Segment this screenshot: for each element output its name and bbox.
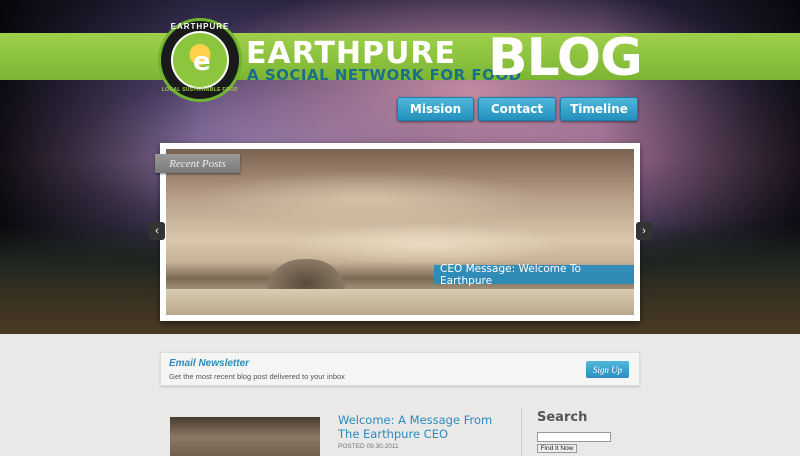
post-date: POSTED 09.30.2011 — [338, 443, 399, 450]
search-heading: Search — [537, 410, 588, 425]
slide-caption-link[interactable]: CEO Message: Welcome To Earthpure — [434, 263, 634, 287]
nav-timeline-button[interactable]: Timeline — [560, 97, 638, 121]
post-thumbnail[interactable] — [170, 417, 320, 456]
recent-posts-tab: Recent Posts — [155, 154, 240, 173]
sidebar-divider — [521, 408, 522, 456]
site-subtitle: A SOCIAL NETWORK FOR FOOD — [247, 66, 522, 84]
earthpure-logo[interactable]: EARTHPURE e LOCAL SUSTAINABLE FOOD — [158, 18, 242, 102]
blog-wordmark: BLOG — [488, 28, 643, 88]
main-nav: Mission Contact Timeline — [397, 97, 638, 121]
nav-mission-button[interactable]: Mission — [397, 97, 474, 121]
logo-bottom-text: LOCAL SUSTAINABLE FOOD — [161, 87, 239, 93]
search-input[interactable] — [537, 432, 611, 442]
logo-sun-icon: e — [171, 31, 229, 89]
newsletter-box: Email Newsletter Get the most recent blo… — [160, 352, 640, 386]
nav-contact-button[interactable]: Contact — [478, 97, 556, 121]
sign-up-button[interactable]: Sign Up — [586, 361, 629, 378]
logo-letter: e — [193, 47, 211, 77]
slide-image[interactable] — [166, 149, 634, 315]
newsletter-description: Get the most recent blog post delivered … — [169, 372, 345, 381]
post-title-link[interactable]: Welcome: A Message From The Earthpure CE… — [338, 413, 508, 441]
logo-top-text: EARTHPURE — [170, 22, 230, 31]
slide-field — [166, 289, 634, 315]
search-button[interactable]: Find It Now — [537, 444, 577, 453]
newsletter-title: Email Newsletter — [169, 358, 250, 369]
chevron-left-icon[interactable]: ‹ — [149, 222, 165, 240]
chevron-right-icon[interactable]: › — [636, 222, 652, 240]
